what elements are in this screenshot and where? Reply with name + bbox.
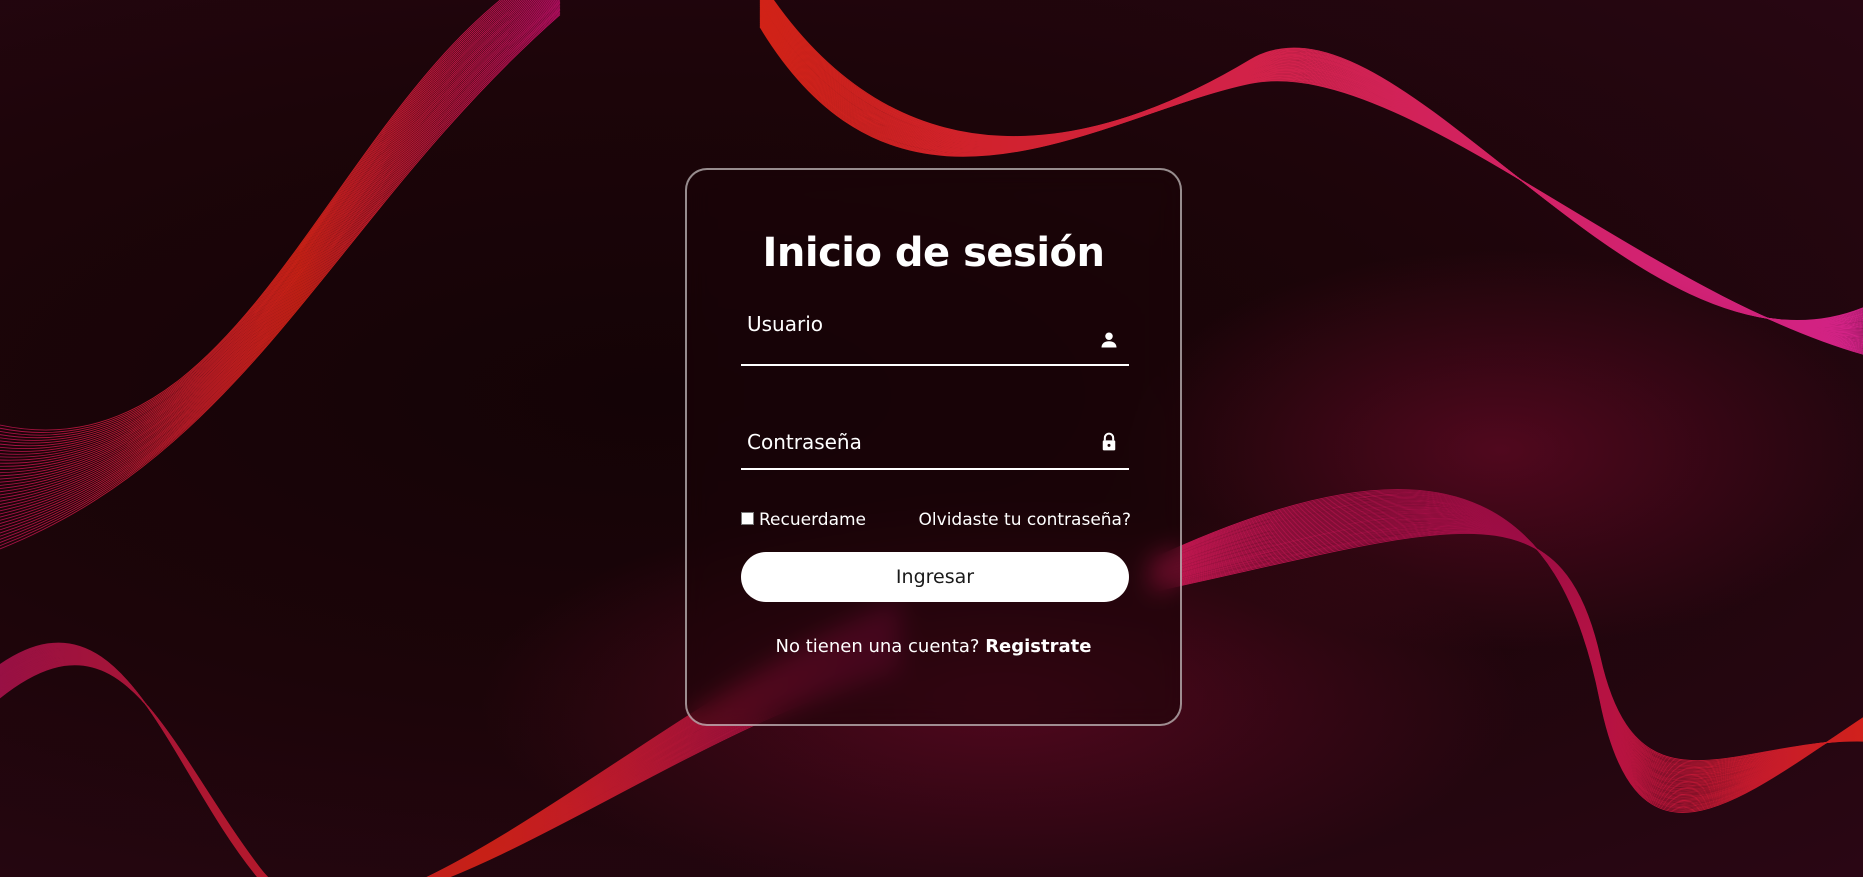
wave-line (0, 3, 561, 524)
register-link[interactable]: Registrate (985, 636, 1091, 657)
password-field[interactable]: Contraseña (741, 416, 1129, 470)
lock-icon (1102, 432, 1116, 451)
wave-line (0, 0, 502, 431)
user-icon (1101, 332, 1117, 348)
login-title: Inicio de sesión (762, 230, 1106, 276)
wave-line (0, 0, 522, 455)
username-field[interactable]: Usuario (741, 312, 1129, 366)
login-card: Inicio de sesión Usuario Contraseña Recu… (685, 168, 1182, 726)
wave-line (0, 0, 547, 493)
register-prompt: No tienen una cuenta? (775, 636, 986, 657)
login-page: Inicio de sesión Usuario Contraseña Recu… (0, 0, 1863, 877)
username-input[interactable] (747, 326, 1081, 362)
wave-line (0, 0, 533, 470)
forgot-password-link[interactable]: Olvidaste tu contraseña? (919, 510, 1131, 530)
remember-checkbox[interactable] (741, 512, 754, 525)
wave-line (0, 0, 513, 444)
password-input[interactable] (747, 430, 1081, 466)
remember-me[interactable]: Recuerdame (741, 510, 866, 530)
wave-line (0, 0, 555, 505)
remember-label: Recuerdame (759, 510, 867, 530)
wave-line (0, 0, 524, 458)
wave-line (0, 0, 504, 433)
wave-line (0, 0, 541, 483)
submit-button[interactable]: Ingresar (741, 552, 1129, 602)
options-row: Recuerdame Olvidaste tu contraseña? (741, 508, 1131, 532)
register-text: No tienen una cuenta? Registrate (687, 636, 1180, 657)
